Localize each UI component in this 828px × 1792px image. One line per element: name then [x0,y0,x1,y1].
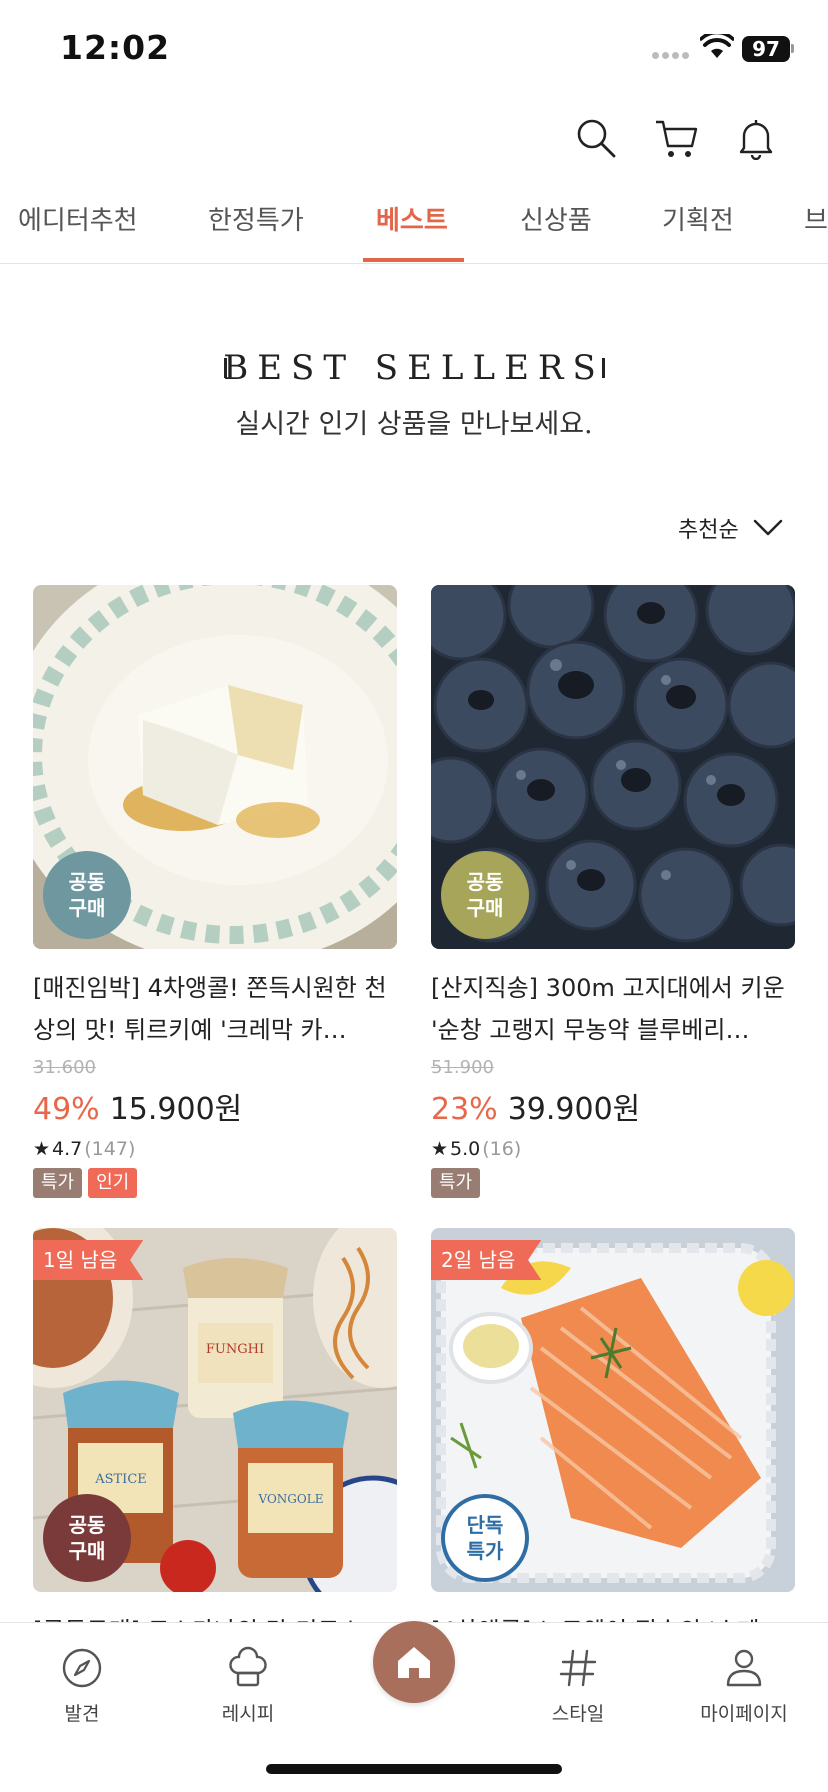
rating-value: 5.0 [450,1138,481,1160]
tab-promotion[interactable]: 기획전 [662,196,734,262]
bell-icon[interactable] [734,116,778,160]
sale-price: 39.900원 [507,1092,641,1127]
compass-icon [62,1648,102,1688]
hashtag-icon [559,1649,597,1687]
svg-text:FUNGHI: FUNGHI [206,1342,264,1357]
user-icon [726,1649,762,1687]
time-left-ribbon: 2일 남음 [431,1240,542,1280]
group-buy-badge: 공동 구매 [43,851,131,939]
nav-style[interactable]: 스타일 [518,1645,638,1726]
hero-title: BEST SELLERS [223,348,605,388]
nav-label: 스타일 [551,1703,605,1725]
sort-label: 추천순 [678,518,739,543]
status-time: 12:02 [60,28,171,67]
chevron-down-icon [753,519,782,536]
product-card[interactable]: FUNGHI ASTICE VONGOLE 1일 남음 공동구매 [공동구매] … [33,1228,397,1650]
rating: ★ 4.7 (147) [33,1138,397,1160]
nav-label: 레시피 [221,1703,275,1725]
home-button[interactable] [373,1621,455,1703]
product-image-salmon[interactable]: 2일 남음 단독 특가 [431,1228,795,1592]
original-price: 31.600 [33,1057,96,1078]
tag-popular: 인기 [88,1168,138,1198]
rating: ★ 5.0 (16) [431,1138,795,1160]
review-count: (16) [482,1138,522,1160]
tag-special-price: 특가 [33,1168,83,1198]
svg-text:VONGOLE: VONGOLE [258,1492,324,1506]
group-buy-badge: 공동 구매 [43,1494,131,1582]
battery-tip [791,44,794,53]
signal-icon [652,52,689,59]
discount-rate: 23% [431,1092,498,1127]
star-icon: ★ [431,1138,449,1160]
nav-recipe[interactable]: 레시피 [188,1645,308,1726]
sort-dropdown[interactable]: 추천순 [678,512,783,544]
nav-label: 마이페이지 [700,1703,788,1725]
rating-value: 4.7 [52,1138,83,1160]
tab-more[interactable]: 브 [804,196,828,262]
tab-limited-deal[interactable]: 한정특가 [208,196,304,262]
nav-mypage[interactable]: 마이페이지 [684,1645,804,1726]
product-image-blueberry[interactable]: 공동 구매 [431,585,795,949]
review-count: (147) [84,1138,136,1160]
group-buy-badge: 공동 구매 [441,851,529,939]
tag-list: 특가 인기 [33,1168,397,1198]
exclusive-deal-badge: 단독 특가 [441,1494,529,1582]
product-title[interactable]: [매진임박] 4차앵콜! 쫀득시원한 천상의 맛! 튀르키예 '크레막 카… [33,967,397,1051]
time-left-ribbon: 1일 남음 [33,1240,144,1280]
search-icon[interactable] [574,116,618,160]
original-price: 51.900 [431,1057,494,1078]
status-bar: 12:02 97 [0,0,828,100]
star-icon: ★ [33,1138,51,1160]
product-card[interactable]: 공동 구매 [매진임박] 4차앵콜! 쫀득시원한 천상의 맛! 튀르키예 '크레막… [33,585,397,1198]
product-card[interactable]: 공동 구매 [산지직송] 300m 고지대에서 키운 '순창 고랭지 무농약 블루… [431,585,795,1198]
discount-rate: 49% [33,1092,100,1127]
tab-editor-pick[interactable]: 에디터추천 [18,196,138,262]
home-indicator [266,1764,562,1774]
tag-list: 특가 [431,1168,795,1198]
hero-subtitle: 실시간 인기 상품을 만나보세요. [235,409,593,440]
product-card[interactable]: 2일 남음 단독특가 [4차앵콜] 노르웨이 직송의 '수페… [431,1228,795,1650]
home-icon [398,1647,430,1678]
hero-bar-right [602,358,605,378]
tab-new[interactable]: 신상품 [520,196,592,262]
svg-text:ASTICE: ASTICE [94,1472,147,1487]
battery-indicator: 97 [742,36,790,62]
sale-price: 15.900원 [109,1092,243,1127]
chef-hat-icon [229,1646,267,1687]
tabs-divider [0,263,828,264]
cart-icon[interactable] [654,116,698,160]
wifi-icon [700,34,734,58]
active-tab-indicator [363,258,464,262]
nav-discover[interactable]: 발견 [22,1645,142,1726]
nav-label: 발견 [64,1703,100,1725]
product-image-cheese[interactable]: 공동 구매 [33,585,397,949]
tag-special-price: 특가 [431,1168,481,1198]
tab-best[interactable]: 베스트 [376,196,448,262]
header-toolbar [0,116,828,166]
product-image-pasta-sauce[interactable]: FUNGHI ASTICE VONGOLE 1일 남음 공동 구매 [33,1228,397,1592]
product-title[interactable]: [산지직송] 300m 고지대에서 키운 '순창 고랭지 무농약 블루베리… [431,967,795,1051]
